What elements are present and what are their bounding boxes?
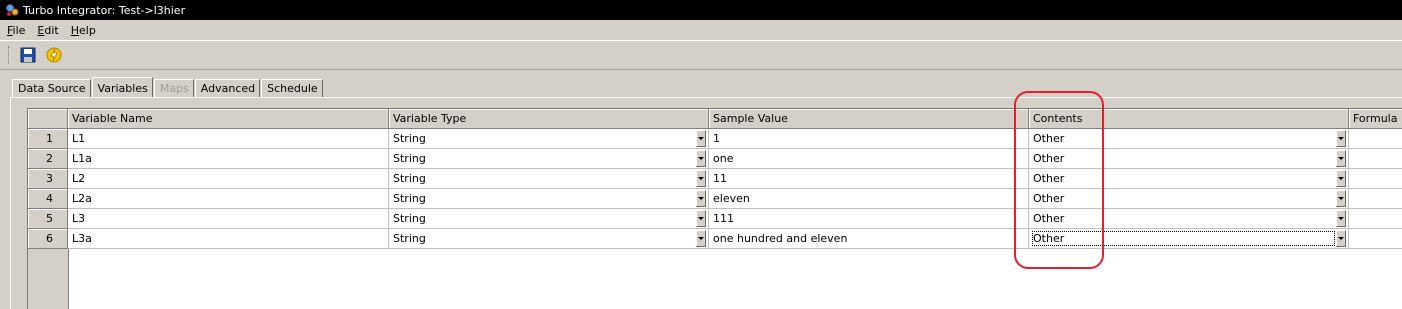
col-header-sample-value[interactable]: Sample Value xyxy=(709,109,1029,129)
variable-type-cell[interactable]: String xyxy=(389,189,709,209)
floppy-save-icon xyxy=(20,47,36,63)
tab-variables[interactable]: Variables xyxy=(91,77,153,98)
variable-type-cell[interactable]: String xyxy=(389,149,709,169)
sample-value-cell[interactable]: 11 xyxy=(709,169,1029,189)
chevron-down-icon xyxy=(1338,217,1344,220)
variable-name-cell[interactable]: L3 xyxy=(68,209,389,229)
chevron-down-icon xyxy=(698,217,704,220)
formula-cell[interactable] xyxy=(1349,129,1402,149)
toolbar-grip[interactable] xyxy=(8,46,12,64)
variable-type-dropdown-button[interactable] xyxy=(696,170,706,187)
title-bar: Turbo Integrator: Test->l3hier xyxy=(0,0,1402,20)
sample-value-text: eleven xyxy=(713,192,750,205)
variable-type-text: String xyxy=(393,212,426,225)
variable-name-text: L2 xyxy=(72,172,86,185)
variable-name-text: L3 xyxy=(72,212,86,225)
variable-name-cell[interactable]: L2 xyxy=(68,169,389,189)
sample-value-cell[interactable]: one hundred and eleven xyxy=(709,229,1029,249)
chevron-down-icon xyxy=(1338,237,1344,240)
chevron-down-icon xyxy=(1338,197,1344,200)
chevron-down-icon xyxy=(1338,177,1344,180)
variable-type-cell[interactable]: String xyxy=(389,129,709,149)
sample-value-cell[interactable]: one xyxy=(709,149,1029,169)
tab-schedule[interactable]: Schedule xyxy=(261,79,323,97)
window-title: Turbo Integrator: Test->l3hier xyxy=(23,3,186,17)
row-number[interactable]: 2 xyxy=(28,149,68,169)
grid-empty-area xyxy=(68,249,1402,309)
row-number[interactable]: 6 xyxy=(28,229,68,249)
variable-type-dropdown-button[interactable] xyxy=(696,210,706,227)
chevron-down-icon xyxy=(698,197,704,200)
variable-type-text: String xyxy=(393,192,426,205)
contents-dropdown-button[interactable] xyxy=(1336,210,1346,227)
variable-type-cell[interactable]: String xyxy=(389,209,709,229)
sample-value-text: one hundred and eleven xyxy=(713,232,848,245)
col-header-variable-type[interactable]: Variable Type xyxy=(389,109,709,129)
menu-edit[interactable]: Edit xyxy=(30,24,63,37)
formula-cell[interactable] xyxy=(1349,229,1402,249)
sample-value-text: 111 xyxy=(713,212,734,225)
row-number[interactable]: 4 xyxy=(28,189,68,209)
chevron-down-icon xyxy=(698,237,704,240)
tab-maps: Maps xyxy=(153,79,194,97)
variable-name-text: L2a xyxy=(72,192,92,205)
row-number[interactable]: 3 xyxy=(28,169,68,189)
chevron-down-icon xyxy=(1338,137,1344,140)
lightning-run-icon xyxy=(46,47,62,63)
col-header-formula[interactable]: Formula xyxy=(1349,109,1402,129)
sample-value-cell[interactable]: 1 xyxy=(709,129,1029,149)
sample-value-text: 1 xyxy=(713,132,720,145)
variable-type-text: String xyxy=(393,172,426,185)
row-number[interactable]: 5 xyxy=(28,209,68,229)
tab-data-source[interactable]: Data Source xyxy=(12,79,91,97)
contents-dropdown-button[interactable] xyxy=(1336,130,1346,147)
menu-help[interactable]: Help xyxy=(64,24,101,37)
tab-advanced[interactable]: Advanced xyxy=(194,79,261,97)
variable-type-dropdown-button[interactable] xyxy=(696,230,706,247)
contents-dropdown-button[interactable] xyxy=(1336,170,1346,187)
sample-value-cell[interactable]: eleven xyxy=(709,189,1029,209)
contents-dropdown-button[interactable] xyxy=(1336,230,1346,247)
variable-type-dropdown-button[interactable] xyxy=(696,190,706,207)
grid-corner-header xyxy=(28,109,68,129)
variable-type-cell[interactable]: String xyxy=(389,169,709,189)
variable-type-dropdown-button[interactable] xyxy=(696,130,706,147)
chevron-down-icon xyxy=(698,157,704,160)
toolbar xyxy=(0,40,1402,70)
variable-type-text: String xyxy=(393,232,426,245)
sample-value-cell[interactable]: 111 xyxy=(709,209,1029,229)
chevron-down-icon xyxy=(698,177,704,180)
formula-cell[interactable] xyxy=(1349,189,1402,209)
tab-strip: Data Source Variables Maps Advanced Sche… xyxy=(12,76,324,98)
variable-name-cell[interactable]: L1 xyxy=(68,129,389,149)
annotation-highlight-ring xyxy=(1014,91,1104,269)
formula-cell[interactable] xyxy=(1349,209,1402,229)
sample-value-text: 11 xyxy=(713,172,727,185)
turbo-integrator-app-icon xyxy=(5,3,19,17)
row-number[interactable]: 1 xyxy=(28,129,68,149)
contents-dropdown-button[interactable] xyxy=(1336,150,1346,167)
chevron-down-icon xyxy=(698,137,704,140)
run-button[interactable] xyxy=(44,45,64,65)
variable-name-cell[interactable]: L1a xyxy=(68,149,389,169)
variable-name-cell[interactable]: L3a xyxy=(68,229,389,249)
menu-bar: File Edit Help xyxy=(0,21,1402,41)
chevron-down-icon xyxy=(1338,157,1344,160)
variable-name-cell[interactable]: L2a xyxy=(68,189,389,209)
variable-name-text: L3a xyxy=(72,232,92,245)
variables-grid: Variable Name Variable Type Sample Value… xyxy=(27,108,1402,309)
formula-cell[interactable] xyxy=(1349,149,1402,169)
variable-name-text: L1a xyxy=(72,152,92,165)
formula-cell[interactable] xyxy=(1349,169,1402,189)
contents-dropdown-button[interactable] xyxy=(1336,190,1346,207)
col-header-variable-name[interactable]: Variable Name xyxy=(68,109,389,129)
menu-file[interactable]: File xyxy=(0,24,30,37)
save-button[interactable] xyxy=(18,45,38,65)
variable-type-text: String xyxy=(393,152,426,165)
sample-value-text: one xyxy=(713,152,734,165)
variable-type-dropdown-button[interactable] xyxy=(696,150,706,167)
variable-name-text: L1 xyxy=(72,132,86,145)
variable-type-text: String xyxy=(393,132,426,145)
variable-type-cell[interactable]: String xyxy=(389,229,709,249)
